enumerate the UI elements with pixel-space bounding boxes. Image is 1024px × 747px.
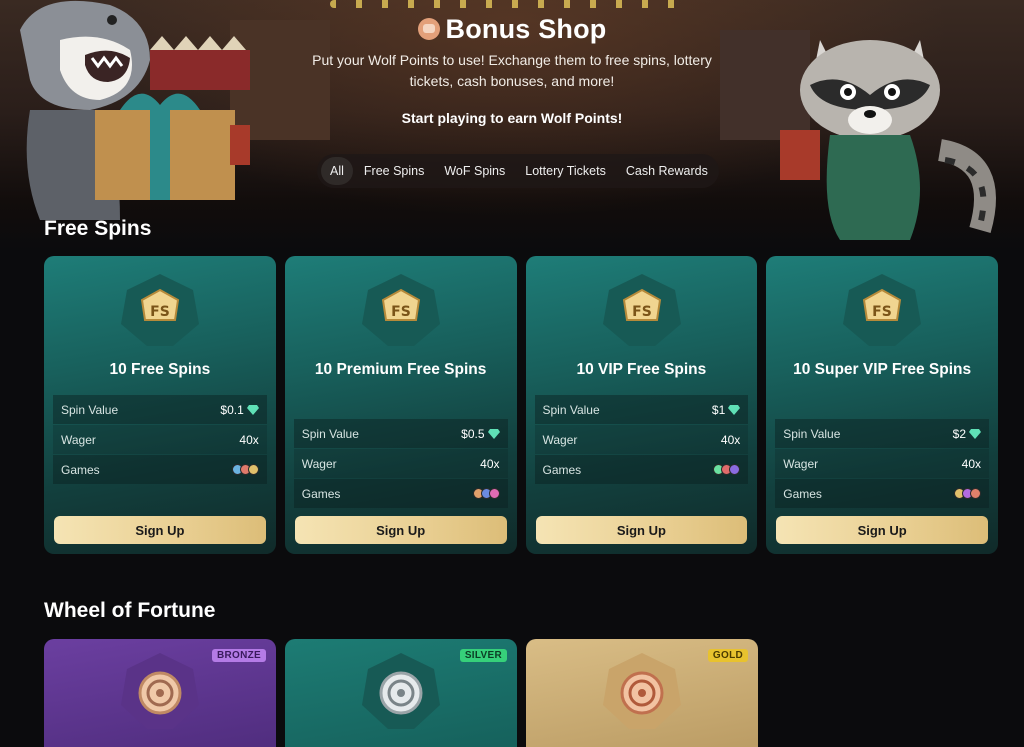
stat-row-spin-value: Spin Value $1 [534,395,749,424]
stat-row-games: Games [775,479,989,508]
section-title-free-spins: Free Spins [44,217,152,240]
stat-row-spin-value: Spin Value $0.5 [293,419,508,448]
game-icons [472,488,500,499]
hero-description: Put your Wolf Points to use! Exchange th… [312,52,712,89]
section-title-wheel-of-fortune: Wheel of Fortune [44,599,216,622]
spin-value: $0.5 [461,426,485,441]
stat-row-spin-value: Spin Value $0.1 [53,395,267,424]
free-spins-card-list: FS 10 Free Spins Spin Value $0.1 Wager 4… [44,256,998,556]
fs-badge-icon: FS [602,274,681,346]
game-icon [488,488,500,499]
stat-row-spin-value: Spin Value $2 [775,419,989,448]
sign-up-button[interactable]: Sign Up [294,516,507,544]
svg-text:FS: FS [632,304,652,320]
card-title: 10 Super VIP Free Spins [793,361,972,378]
wager-value: 40x [480,456,500,471]
game-icon [247,464,259,475]
fs-badge-icon: FS [361,274,440,346]
string-lights [330,0,690,8]
card-stats: Spin Value $1 Wager 40x Games [534,395,749,485]
svg-text:FS: FS [150,304,170,320]
category-tabs: All Free Spins WoF Spins Lottery Tickets… [317,154,719,188]
wheel-card-silver[interactable]: SILVER [285,639,517,747]
game-icons [954,488,981,499]
tab-all[interactable]: All [321,157,353,185]
stat-row-wager: Wager 40x [293,449,508,478]
gem-icon [728,404,741,415]
free-spins-card: FS 10 Super VIP Free Spins Spin Value $2… [766,256,998,554]
wheel-of-fortune-card-list: BRONZE SILVER GOLD [44,639,758,747]
card-stats: Spin Value $0.5 Wager 40x Games [293,419,508,509]
hero-banner: Bonus Shop Put your Wolf Points to use! … [0,0,1024,250]
sign-up-button[interactable]: Sign Up [54,516,266,544]
tier-badge: BRONZE [211,649,266,662]
card-title: 10 Premium Free Spins [314,361,487,378]
card-title: 10 VIP Free Spins [576,361,707,378]
free-spins-card: FS 10 Free Spins Spin Value $0.1 Wager 4… [44,256,276,554]
gem-icon [246,404,259,415]
wager-value: 40x [961,456,981,471]
gem-icon [487,428,500,439]
wager-value: 40x [720,432,741,447]
wheel-card-bronze[interactable]: BRONZE [44,639,276,747]
game-icon [970,488,981,499]
tier-badge: SILVER [459,649,507,662]
tab-cash-rewards[interactable]: Cash Rewards [617,157,717,185]
sign-up-button[interactable]: Sign Up [535,516,748,544]
free-spins-card: FS 10 Premium Free Spins Spin Value $0.5… [284,256,517,554]
page-title: Bonus Shop [0,14,1024,45]
tab-free-spins[interactable]: Free Spins [355,157,433,185]
fs-badge-icon: FS [843,274,922,346]
bronze-wheel-icon [121,653,199,729]
wager-value: 40x [239,432,259,447]
gem-icon [969,428,981,439]
game-icons [231,464,259,475]
svg-text:FS: FS [391,304,411,320]
silver-wheel-icon [362,653,440,729]
sign-up-button[interactable]: Sign Up [776,516,988,544]
gold-wheel-icon [603,653,681,729]
stat-row-games: Games [53,455,267,484]
stat-row-wager: Wager 40x [775,449,989,478]
spin-value: $0.1 [220,402,244,417]
card-stats: Spin Value $0.1 Wager 40x Games [53,395,267,485]
tab-lottery-tickets[interactable]: Lottery Tickets [516,157,615,185]
fs-badge-icon: FS [121,274,199,346]
game-icons [713,464,741,475]
tab-wof-spins[interactable]: WoF Spins [435,157,514,185]
stat-row-wager: Wager 40x [534,425,749,454]
free-spins-card: FS 10 VIP Free Spins Spin Value $1 Wager… [525,256,758,554]
wolf-points-icon [417,18,440,40]
tier-badge: GOLD [707,649,748,662]
spin-value: $2 [952,426,966,441]
wheel-card-gold[interactable]: GOLD [526,639,758,747]
card-stats: Spin Value $2 Wager 40x Games [775,419,989,509]
card-title: 10 Free Spins [109,361,211,378]
stat-row-games: Games [534,455,749,484]
stat-row-games: Games [293,479,508,508]
svg-text:FS: FS [872,304,892,320]
hero-cta-text: Start playing to earn Wolf Points! [401,110,623,126]
stat-row-wager: Wager 40x [53,425,267,454]
spin-value: $1 [711,402,726,417]
game-icon [729,464,741,475]
